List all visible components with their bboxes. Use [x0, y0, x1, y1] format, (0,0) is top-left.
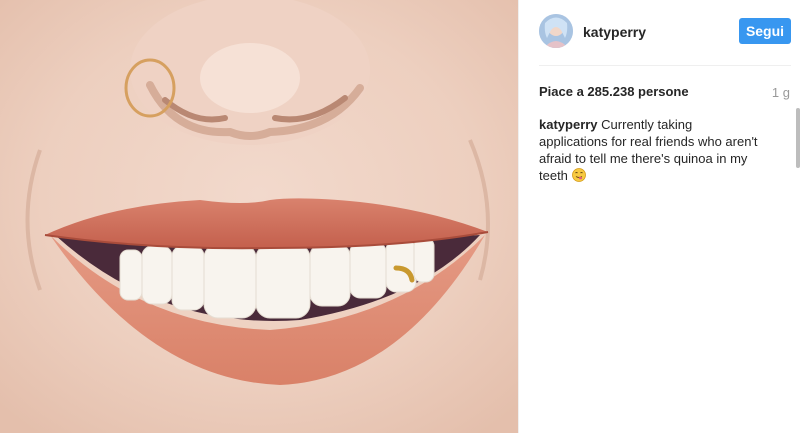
caption: katyperry Currently taking applications …: [539, 116, 759, 184]
likes-count[interactable]: Piace a 285.238 persone: [539, 84, 689, 99]
divider: [539, 65, 791, 66]
scrollbar[interactable]: [796, 108, 800, 168]
caption-username-link[interactable]: katyperry: [539, 117, 598, 132]
follow-button[interactable]: Segui: [739, 18, 791, 44]
face-with-tongue-icon: [571, 168, 586, 182]
avatar[interactable]: [539, 14, 573, 48]
post-photo[interactable]: [0, 0, 518, 433]
username-link[interactable]: katyperry: [583, 24, 646, 40]
post-side-panel: katyperry Segui Piace a 285.238 persone …: [518, 0, 800, 433]
post-age[interactable]: 1 g: [772, 85, 790, 100]
post-header: katyperry Segui: [539, 14, 791, 50]
